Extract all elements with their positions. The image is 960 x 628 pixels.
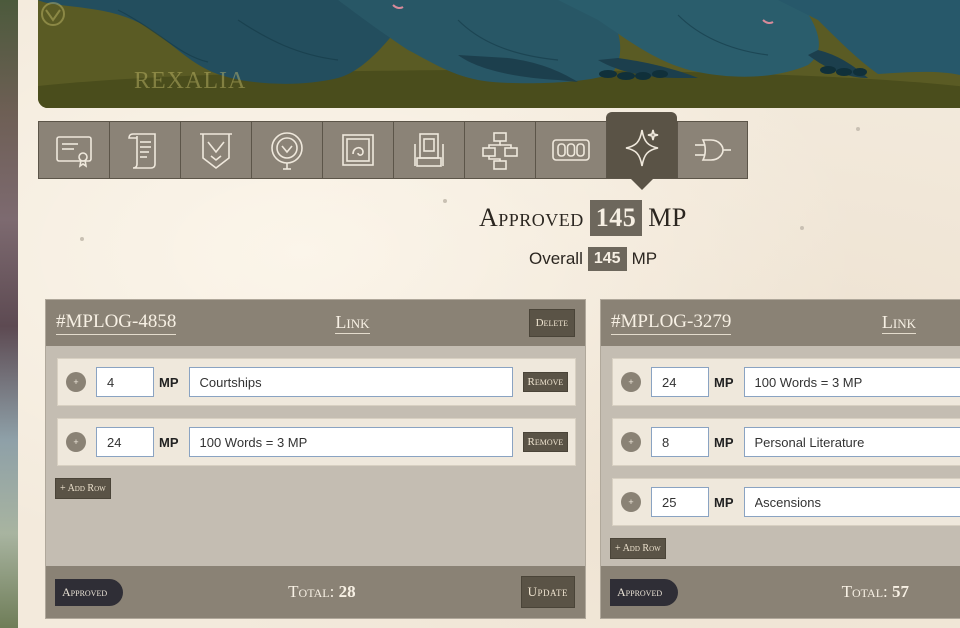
status-badge: Approved [55, 578, 124, 606]
decor-dot [443, 199, 447, 203]
mp-log-card-header: #MPLOG-3279 Link [601, 300, 960, 346]
log-row: + MP Remove [57, 358, 576, 406]
mp-log-card: #MPLOG-3279 Link + MP + MP + MP + Add Ro… [600, 299, 960, 619]
total-label: Total: [841, 582, 888, 601]
tab-certificate[interactable] [38, 121, 109, 179]
scroll-icon [128, 133, 156, 169]
mp-amount-input[interactable] [96, 367, 154, 397]
medallion-icon [271, 132, 303, 170]
tab-crest-banner[interactable] [180, 121, 251, 179]
tab-scroll[interactable] [109, 121, 180, 179]
overall-summary: Overall 145 MP [529, 247, 657, 271]
mp-log-card-footer: Approved Total: 57 [601, 566, 960, 618]
mp-amount-input[interactable] [651, 427, 709, 457]
plus-icon[interactable]: + [621, 492, 641, 512]
mp-description-input[interactable] [188, 427, 513, 457]
update-button[interactable]: Update [520, 576, 575, 608]
decor-dot [800, 226, 804, 230]
tab-logic-gate[interactable] [677, 121, 748, 179]
flowchart-icon [482, 132, 518, 170]
decor-dot [856, 127, 860, 131]
plus-icon[interactable]: + [66, 432, 86, 452]
log-total: Total: 57 [842, 582, 909, 602]
total-value: 57 [892, 582, 909, 601]
plus-icon[interactable]: + [66, 372, 86, 392]
mp-unit-label: MP [159, 374, 179, 390]
decor-dot [80, 237, 84, 241]
mp-description-input[interactable] [188, 367, 513, 397]
crest-banner-icon [200, 133, 232, 170]
approved-value-badge: 145 [589, 200, 643, 236]
log-row: + MP [612, 418, 960, 466]
tab-sparkle[interactable] [606, 112, 677, 190]
mp-unit-label: MP [714, 494, 734, 510]
total-value: 28 [338, 582, 356, 601]
mp-log-card-header: #MPLOG-4858 Link Delete [46, 300, 585, 346]
mp-log-card: #MPLOG-4858 Link Delete + MP Remove + MP… [45, 299, 586, 619]
log-row: + MP [612, 358, 960, 406]
approved-label: Approved [479, 203, 584, 232]
category-tab-bar [38, 112, 748, 190]
mp-description-input[interactable] [743, 427, 960, 457]
tab-shrine[interactable] [393, 121, 464, 179]
overall-label: Overall [529, 249, 583, 268]
mp-unit-label: MP [714, 374, 734, 390]
tab-portrait-frame[interactable] [322, 121, 393, 179]
status-badge: Approved [610, 578, 679, 606]
certificate-icon [56, 136, 92, 168]
log-row: + MP [612, 478, 960, 526]
mp-amount-input[interactable] [651, 487, 709, 517]
mp-log-card-clip: #MPLOG-3279 Link + MP + MP + MP + Add Ro… [600, 299, 960, 619]
triple-panel-icon [552, 139, 590, 161]
mp-unit-label: MP [159, 434, 179, 450]
remove-row-button[interactable]: Remove [522, 372, 569, 392]
portrait-frame-icon [342, 134, 374, 166]
background-art-strip [0, 0, 18, 628]
logic-gate-icon [694, 139, 731, 161]
mp-description-input[interactable] [743, 487, 960, 517]
mp-log-card-footer: Approved Total: 28 Update [46, 566, 585, 618]
approved-summary: Approved 145 MP [479, 200, 687, 236]
delete-button[interactable]: Delete [528, 309, 575, 337]
total-label: Total: [288, 582, 335, 601]
tab-flowchart[interactable] [464, 121, 535, 179]
mp-description-input[interactable] [743, 367, 960, 397]
sparkle-icon [625, 129, 659, 166]
header-banner: REXALIA [38, 0, 960, 108]
approved-unit: MP [648, 203, 687, 232]
plus-icon[interactable]: + [621, 432, 641, 452]
mp-amount-input[interactable] [651, 367, 709, 397]
tab-triple-panel[interactable] [535, 121, 606, 179]
mp-unit-label: MP [714, 434, 734, 450]
add-row-button[interactable]: + Add Row [55, 478, 111, 499]
log-id-link[interactable]: #MPLOG-4858 [56, 311, 177, 335]
overall-value-badge: 145 [587, 247, 627, 271]
rexalia-logo-text: REXALIA [134, 68, 247, 94]
tab-medallion[interactable] [251, 121, 322, 179]
log-id-link[interactable]: #MPLOG-3279 [611, 311, 732, 335]
log-row: + MP Remove [57, 418, 576, 466]
plus-icon[interactable]: + [621, 372, 641, 392]
shrine-icon [414, 133, 444, 167]
log-total: Total: 28 [288, 582, 355, 602]
overall-unit: MP [631, 249, 658, 268]
link-button[interactable]: Link [881, 312, 916, 334]
mp-amount-input[interactable] [96, 427, 154, 457]
add-row-button[interactable]: + Add Row [610, 538, 666, 559]
rexalia-logo-icon [41, 2, 65, 26]
link-button[interactable]: Link [335, 312, 370, 334]
remove-row-button[interactable]: Remove [522, 432, 569, 452]
